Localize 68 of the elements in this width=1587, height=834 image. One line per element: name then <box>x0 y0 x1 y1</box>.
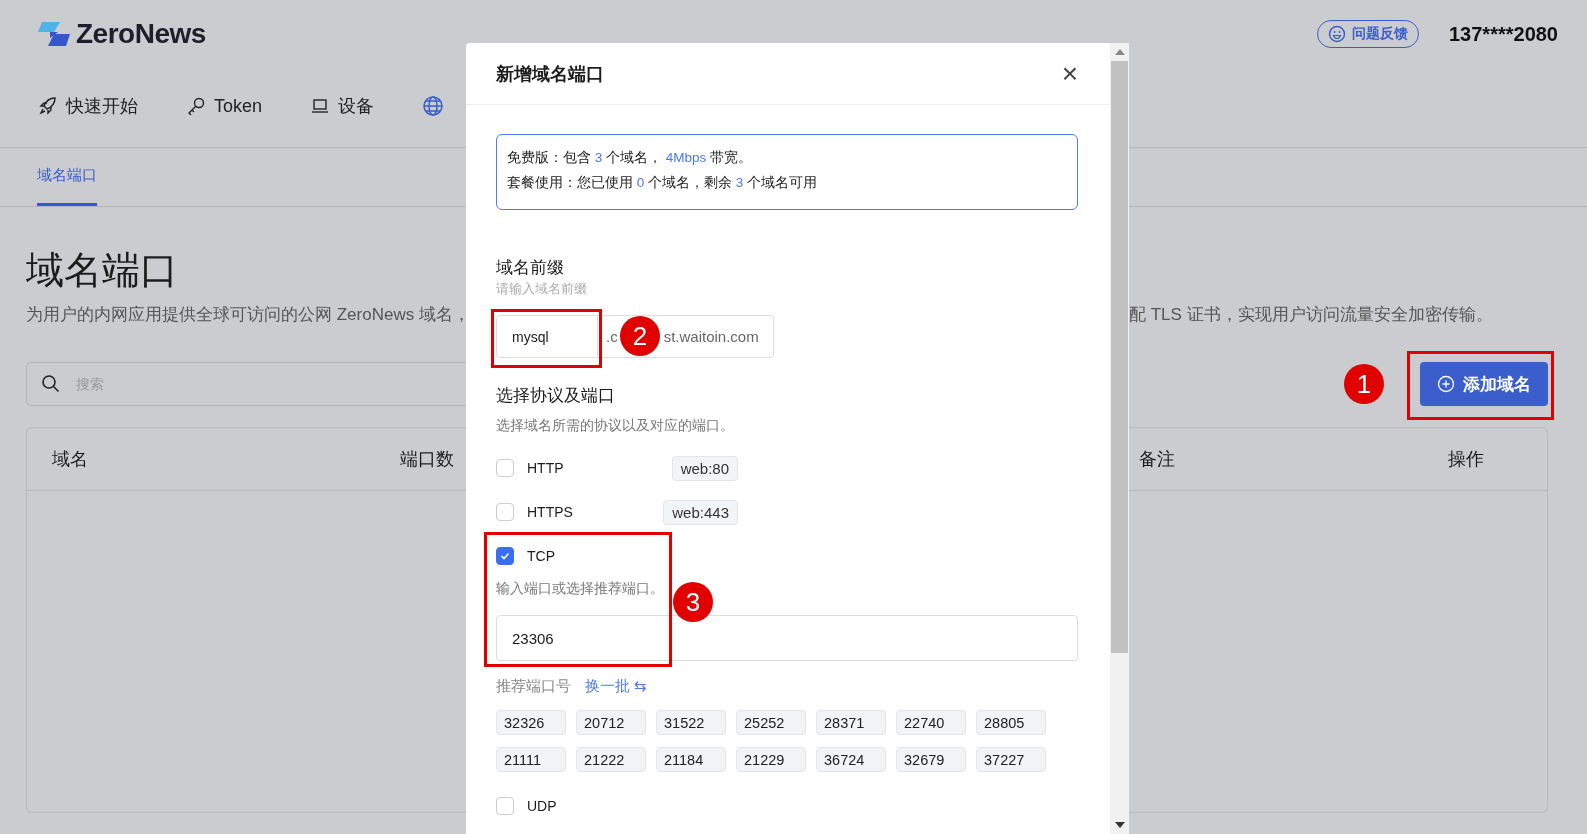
dialog-title: 新增域名端口 <box>496 62 604 86</box>
step-number-badge: 2 <box>620 316 660 356</box>
add-domain-button[interactable]: 添加域名 <box>1420 362 1548 406</box>
page-title: 域名端口 <box>26 248 179 293</box>
protocol-label: TCP <box>527 548 555 564</box>
port-chip[interactable]: 21222 <box>576 747 646 772</box>
section-hint: 选择域名所需的协议以及对应的端口。 <box>496 417 735 435</box>
port-chip[interactable]: 25252 <box>736 710 806 735</box>
protocol-label: HTTPS <box>527 504 573 520</box>
port-tag: web:443 <box>663 499 738 525</box>
checkbox[interactable] <box>496 797 514 815</box>
port-chip[interactable]: 20712 <box>576 710 646 735</box>
logo-text: ZeroNews <box>76 18 206 50</box>
column-header: 域名 <box>52 448 88 471</box>
suffix-text: st.waitoin.com <box>663 328 759 345</box>
plus-circle-icon <box>1437 375 1455 393</box>
globe-icon <box>422 95 445 117</box>
port-chip[interactable]: 36724 <box>816 747 886 772</box>
port-chip[interactable]: 21229 <box>736 747 806 772</box>
smiley-icon <box>1328 25 1346 43</box>
port-chip[interactable]: 32679 <box>896 747 966 772</box>
protocol-label: UDP <box>527 798 557 814</box>
checkbox[interactable] <box>496 503 514 521</box>
port-chip[interactable]: 32326 <box>496 710 566 735</box>
port-chip[interactable]: 31522 <box>656 710 726 735</box>
prefix-input-field[interactable]: mysql <box>496 315 598 358</box>
column-header: 操作 <box>1448 448 1484 471</box>
column-header: 端口数 <box>400 448 454 471</box>
port-chip[interactable]: 22740 <box>896 710 966 735</box>
page-description: 配 TLS 证书，实现用户访问流量安全加密传输。 <box>1129 304 1494 326</box>
recommend-label: 推荐端口号 <box>496 677 571 696</box>
key-icon <box>186 96 206 116</box>
check-icon <box>499 550 511 562</box>
port-chip[interactable]: 21111 <box>496 747 566 772</box>
step-number-badge: 1 <box>1344 364 1384 404</box>
user-account[interactable]: 137****2080 <box>1449 22 1558 46</box>
close-button[interactable]: × <box>1061 59 1078 88</box>
protocol-label: HTTP <box>527 460 564 476</box>
scroll-down-icon <box>1114 822 1125 828</box>
section-label: 选择协议及端口 <box>496 385 616 407</box>
checkbox[interactable] <box>496 547 514 565</box>
checkbox[interactable] <box>496 459 514 477</box>
port-chip[interactable]: 37227 <box>976 747 1046 772</box>
rocket-icon <box>38 96 58 116</box>
nav-item[interactable]: Token <box>186 94 263 118</box>
port-input-field[interactable]: 23306 <box>496 615 1078 661</box>
step-number-badge: 3 <box>673 582 713 622</box>
port-chip[interactable]: 28371 <box>816 710 886 735</box>
scroll-up-icon <box>1114 49 1125 55</box>
column-header: 备注 <box>1139 448 1175 471</box>
refresh-link[interactable]: 换一批 ⇆ <box>585 674 648 698</box>
port-chip[interactable]: 28805 <box>976 710 1046 735</box>
search-icon <box>41 374 61 394</box>
nav-item[interactable]: 设备 <box>310 94 375 118</box>
page-description: 为用户的内网应用提供全球可访问的公网 ZeroNews 域名， <box>26 304 466 326</box>
laptop-icon <box>310 96 331 116</box>
suffix-text: .c <box>606 328 618 345</box>
nav-item[interactable] <box>422 94 445 118</box>
logo-icon <box>36 20 72 48</box>
info-text: 套餐使用：您已使用 0 个域名，剩余 3 个域名可用 <box>507 174 819 192</box>
subtab[interactable]: 域名端口 <box>37 148 97 206</box>
port-tag: web:80 <box>671 455 738 481</box>
field-hint-tcp: 输入端口或选择推荐端口。 <box>496 580 665 598</box>
info-text: 免费版：包含 3 个域名， 4Mbps 带宽。 <box>507 149 754 167</box>
port-chip[interactable]: 21184 <box>656 747 726 772</box>
field-hint: 请输入域名前缀 <box>496 281 588 297</box>
nav-item[interactable]: 快速开始 <box>38 94 138 118</box>
field-label: 域名前缀 <box>496 257 565 279</box>
